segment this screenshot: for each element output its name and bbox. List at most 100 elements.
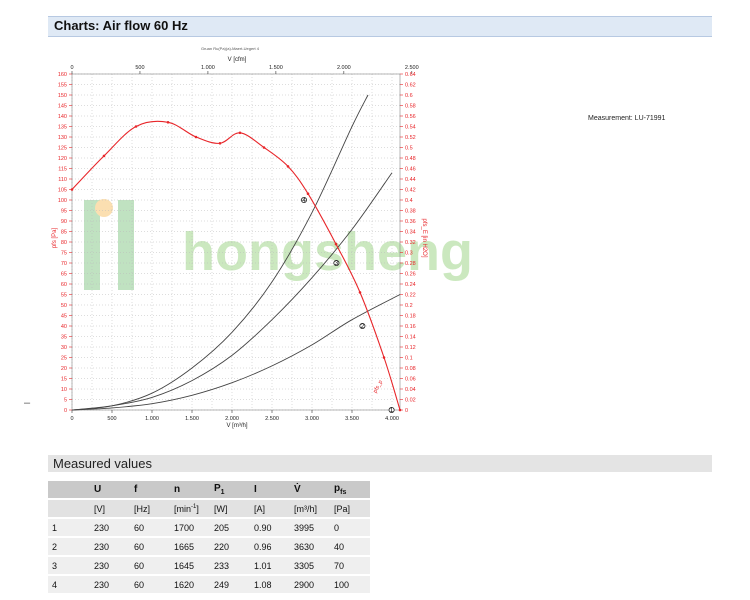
table-cell: 40 (330, 537, 370, 557)
y-tick-label: 80 (61, 240, 67, 246)
y2-tick-label: 0.08 (405, 366, 416, 372)
y-tick-label: 95 (61, 209, 67, 215)
table-cell: 60 (130, 518, 170, 538)
y2-tick-label: 0.44 (405, 177, 416, 183)
y-tick-label: 90 (61, 219, 67, 225)
y-right-axis-label: pfs_E [in H2O] (421, 218, 427, 257)
table-unit-cell (48, 499, 90, 519)
y-tick-label: 65 (61, 272, 67, 278)
y-tick-label: 85 (61, 230, 67, 236)
table-cell: 1645 (170, 556, 210, 576)
table-cell: 3305 (290, 556, 330, 576)
table-header-cell: V̇ (290, 481, 330, 500)
y2-tick-label: 0.04 (405, 387, 416, 393)
table-cell: 230 (90, 575, 130, 595)
y-tick-label: 120 (58, 156, 67, 162)
table-header-row: U f n P1 I V̇ pfs (48, 481, 370, 500)
table-cell: 2 (48, 537, 90, 557)
table-cell: 1 (48, 518, 90, 538)
x-top-tick-label: 0 (70, 65, 73, 71)
y2-tick-label: 0.16 (405, 324, 416, 330)
y2-tick-label: 0.12 (405, 345, 416, 351)
y-tick-label: 70 (61, 261, 67, 267)
fan-curve-point (218, 142, 222, 145)
y2-tick-label: 0.52 (405, 135, 416, 141)
table-cell: 70 (330, 556, 370, 576)
table-cell: 60 (130, 575, 170, 595)
y2-tick-label: 0.28 (405, 261, 416, 267)
fan-curve-point (238, 131, 242, 135)
table-header-cell: U (90, 481, 130, 500)
table-header-cell: pfs (330, 481, 370, 500)
table-unit-cell: [V] (90, 499, 130, 519)
air-flow-chart: hongsheng Gruan Ru(Pa)(a)-Maert-Uegert 4… (52, 46, 473, 429)
table-row: 1 230 60 1700 205 0.90 3995 0 (48, 518, 370, 538)
y-tick-label: 115 (58, 167, 67, 173)
y-tick-label: 20 (61, 366, 67, 372)
fan-curve-point (334, 242, 338, 246)
x-tick-label: 3.000 (305, 416, 319, 422)
fan-curve-point (166, 121, 170, 124)
y2-tick-label: 0.34 (405, 230, 416, 236)
y2-tick-label: 0.58 (405, 104, 416, 110)
measured-values-table: U f n P1 I V̇ pfs [V] [Hz] [min-1] [W] [… (48, 481, 370, 595)
measured-values-title: Measured values (53, 456, 152, 471)
table-row: 2 230 60 1665 220 0.96 3630 40 (48, 537, 370, 557)
table-header-cell (48, 481, 90, 500)
y-tick-label: 125 (58, 146, 67, 152)
x-top-tick-label: 1.500 (269, 65, 283, 71)
y-tick-label: 35 (61, 335, 67, 341)
y2-tick-label: 0.42 (405, 188, 416, 194)
y-tick-label: 0 (64, 408, 67, 414)
x-top-tick-label: 1.000 (201, 65, 215, 71)
y2-tick-label: 0.2 (405, 303, 413, 309)
table-cell: 1700 (170, 518, 210, 538)
y-tick-label: 5 (64, 398, 67, 404)
y2-tick-label: 0.46 (405, 167, 416, 173)
table-cell: 230 (90, 556, 130, 576)
table-unit-cell: [A] (250, 499, 290, 519)
y2-tick-label: 0.48 (405, 156, 416, 162)
table-cell: 4 (48, 575, 90, 595)
y-tick-label: 10 (61, 387, 67, 393)
y-tick-label: 150 (58, 93, 67, 99)
table-units-row: [V] [Hz] [min-1] [W] [A] [m³/h] [Pa] (48, 499, 370, 519)
table-header-cell: n (170, 481, 210, 500)
table-cell: 3995 (290, 518, 330, 538)
measured-values-header: Measured values (48, 455, 712, 472)
table-cell: 233 (210, 556, 250, 576)
y2-tick-label: 0 (405, 408, 408, 414)
y-tick-label: 130 (58, 135, 67, 141)
y2-tick-label: 0.24 (405, 282, 416, 288)
table-unit-cell: [min-1] (170, 499, 210, 519)
table-header-cell: I (250, 481, 290, 500)
x-tick-label: 500 (107, 416, 116, 422)
table-unit-cell: [W] (210, 499, 250, 519)
fan-curve-point (262, 146, 266, 149)
y-left-axis-label: pfs [Pa] (52, 227, 58, 248)
y2-tick-label: 0.3 (405, 251, 413, 257)
x-top-tick-label: 2.000 (337, 65, 351, 71)
y2-tick-label: 0.56 (405, 114, 416, 120)
watermark-bar-right (118, 200, 134, 290)
table-cell: 60 (130, 537, 170, 557)
y2-tick-label: 0.38 (405, 209, 416, 215)
operating-point-label: 2 (361, 323, 365, 330)
y2-tick-label: 0.18 (405, 314, 416, 320)
y2-tick-label: 0.54 (405, 125, 416, 131)
y-tick-label: 30 (61, 345, 67, 351)
fan-curve-point (102, 154, 106, 158)
watermark-sun-icon (95, 199, 113, 217)
fan-curve-label: pfs_p (372, 379, 384, 394)
y-tick-label: 60 (61, 282, 67, 288)
table-cell: 0.90 (250, 518, 290, 538)
y2-tick-label: 0.02 (405, 398, 416, 404)
y2-tick-label: 0.5 (405, 146, 413, 152)
table-cell: 0.96 (250, 537, 290, 557)
table-cell: 2900 (290, 575, 330, 595)
table-cell: 249 (210, 575, 250, 595)
table-unit-cell: [Hz] (130, 499, 170, 519)
y2-tick-label: 0.32 (405, 240, 416, 246)
x-tick-label: 0 (70, 416, 73, 422)
fan-curve-point (286, 165, 290, 168)
